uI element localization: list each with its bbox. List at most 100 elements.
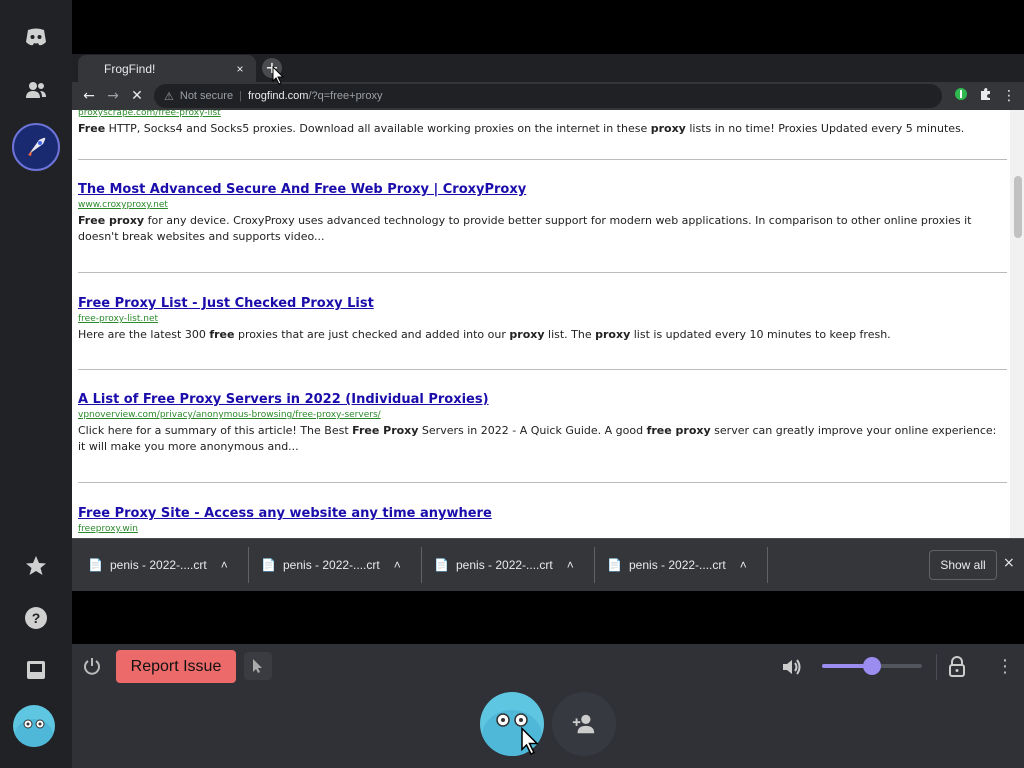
- snippet-text: Free Proxy: [352, 424, 419, 437]
- url-host: frogfind.com: [247, 90, 309, 102]
- forward-arrow-icon[interactable]: →: [104, 87, 122, 105]
- search-result: A List of Free Proxy Servers in 2022 (In…: [78, 392, 998, 455]
- result-url[interactable]: freeproxy.win: [78, 524, 998, 534]
- snippet-text: Free: [78, 122, 106, 135]
- help-icon[interactable]: ?: [12, 594, 60, 642]
- warning-icon: ⚠: [164, 90, 174, 103]
- tab-strip: FrogFind! × +: [72, 54, 1024, 82]
- snippet-text: free proxy: [646, 424, 711, 437]
- mouse-cursor-icon: [521, 727, 539, 756]
- close-icon[interactable]: ×: [1003, 555, 1015, 571]
- result-url[interactable]: free-proxy-list.net: [78, 314, 998, 324]
- download-item[interactable]: 📄 penis - 2022-....crt ˄: [245, 539, 401, 591]
- result-url[interactable]: vpnoverview.com/privacy/anonymous-browsi…: [78, 410, 998, 420]
- session-controls: Report Issue ⋮: [72, 644, 1024, 768]
- friends-icon[interactable]: [12, 66, 60, 114]
- search-result: Free Proxy List - Just Checked Proxy Lis…: [78, 296, 998, 343]
- snippet-text: HTTP, Socks4 and Socks5 proxies. Downloa…: [105, 122, 651, 135]
- snippet-text: lists in no time! Proxies Updated every …: [685, 122, 965, 135]
- snippet-text: proxy: [509, 328, 545, 341]
- power-icon[interactable]: [82, 656, 102, 676]
- snippet-text: Free proxy: [78, 214, 145, 227]
- extension-green-icon[interactable]: [952, 87, 970, 105]
- result-divider: [78, 482, 1007, 483]
- tab-frogfind[interactable]: FrogFind! ×: [78, 55, 256, 82]
- result-title-link[interactable]: Free Proxy List - Just Checked Proxy Lis…: [78, 296, 998, 311]
- result-snippet: Free proxy for any device. CroxyProxy us…: [78, 213, 998, 245]
- download-item[interactable]: 📄 penis - 2022-....crt ˄: [72, 539, 228, 591]
- show-all-button[interactable]: Show all: [929, 550, 997, 580]
- snippet-text: Servers in 2022 - A Quick Guide. A good: [418, 424, 647, 437]
- tab-title: FrogFind!: [104, 61, 156, 76]
- snippet-text: proxy: [595, 328, 631, 341]
- kebab-menu-icon[interactable]: ⋮: [996, 656, 1014, 678]
- omnibox-separator: |: [239, 90, 242, 102]
- snippet-text: proxy: [650, 122, 686, 135]
- left-rail: ?: [0, 0, 72, 768]
- file-icon: 📄: [88, 558, 103, 572]
- downloads-shelf: 📄 penis - 2022-....crt ˄ 📄 penis - 2022-…: [72, 538, 1024, 591]
- result-title-link[interactable]: The Most Advanced Secure And Free Web Pr…: [78, 182, 998, 197]
- user-avatar-icon[interactable]: [13, 705, 55, 747]
- mouse-cursor-icon: [272, 66, 285, 85]
- result-url[interactable]: proxyscrape.com/free-proxy-list: [78, 110, 998, 118]
- result-snippet: Here are the latest 300 free proxies tha…: [78, 327, 998, 343]
- file-icon: 📄: [607, 558, 622, 572]
- url-path: /?q=free+proxy: [308, 90, 383, 102]
- volume-icon[interactable]: [780, 656, 802, 678]
- result-title-link[interactable]: A List of Free Proxy Servers in 2022 (In…: [78, 392, 998, 407]
- snippet-text: free: [209, 328, 235, 341]
- snippet-text: list. The: [544, 328, 596, 341]
- download-filename: penis - 2022-....crt: [456, 558, 553, 572]
- star-icon[interactable]: [12, 542, 60, 590]
- rocket-server-icon[interactable]: [12, 123, 60, 171]
- snippet-text: proxies that are just checked and added …: [234, 328, 510, 341]
- discord-logo-icon[interactable]: [12, 13, 60, 61]
- chevron-up-icon[interactable]: ˄: [221, 558, 228, 572]
- user-add-icon[interactable]: [552, 692, 616, 756]
- search-result: The Most Advanced Secure And Free Web Pr…: [78, 182, 998, 245]
- browser-toolbar: ← → ✕ ⚠ Not secure | frogfind.com/?q=fre…: [72, 82, 1024, 110]
- chevron-up-icon[interactable]: ˄: [394, 558, 401, 572]
- result-snippet: Click here for a summary of this article…: [78, 423, 998, 455]
- result-snippet: Free HTTP, Socks4 and Socks5 proxies. Do…: [78, 121, 998, 137]
- stop-loading-icon[interactable]: ✕: [128, 87, 146, 105]
- file-icon: 📄: [261, 558, 276, 572]
- svg-text:?: ?: [32, 610, 41, 626]
- volume-slider[interactable]: [822, 657, 922, 675]
- snippet-text: list is updated every 10 minutes to keep…: [630, 328, 891, 341]
- page-content: proxyscrape.com/free-proxy-list Free HTTP…: [72, 110, 1024, 590]
- result-divider: [78, 272, 1007, 273]
- scrollbar[interactable]: [1010, 110, 1024, 590]
- pointer-icon[interactable]: [244, 652, 272, 680]
- download-filename: penis - 2022-....crt: [629, 558, 726, 572]
- result-url[interactable]: www.croxyproxy.net: [78, 200, 998, 210]
- divider: [767, 547, 768, 583]
- back-arrow-icon[interactable]: ←: [80, 87, 98, 105]
- result-title-link[interactable]: Free Proxy Site - Access any website any…: [78, 506, 998, 521]
- divider: [936, 654, 937, 680]
- address-bar[interactable]: ⚠ Not secure | frogfind.com/?q=free+prox…: [154, 84, 942, 108]
- chevron-up-icon[interactable]: ˄: [740, 558, 747, 572]
- security-label: Not secure: [179, 90, 234, 102]
- download-item[interactable]: 📄 penis - 2022-....crt ˄: [418, 539, 574, 591]
- download-item[interactable]: 📄 penis - 2022-....crt ˄: [591, 539, 747, 591]
- inbox-icon[interactable]: [12, 646, 60, 694]
- chevron-up-icon[interactable]: ˄: [567, 558, 574, 572]
- report-issue-button[interactable]: Report Issue: [116, 650, 236, 683]
- search-result: proxyscrape.com/free-proxy-list Free HTTP…: [78, 110, 998, 137]
- scrollbar-thumb[interactable]: [1014, 176, 1022, 238]
- browser-window: FrogFind! × + ← → ✕ ⚠ Not secure | frogf…: [72, 54, 1024, 590]
- result-divider: [78, 369, 1007, 370]
- volume-slider-handle[interactable]: [863, 657, 881, 675]
- result-divider: [78, 159, 1007, 160]
- tab-close-icon[interactable]: ×: [232, 62, 248, 76]
- puzzle-icon[interactable]: [976, 87, 994, 105]
- lock-icon[interactable]: [948, 656, 966, 678]
- snippet-text: Here are the latest 300: [78, 328, 210, 341]
- kebab-menu-icon[interactable]: ⋮: [1000, 87, 1018, 105]
- file-icon: 📄: [434, 558, 449, 572]
- snippet-text: Click here for a summary of this article…: [78, 424, 353, 437]
- download-filename: penis - 2022-....crt: [283, 558, 380, 572]
- snippet-text: for any device. CroxyProxy uses advanced…: [78, 214, 972, 243]
